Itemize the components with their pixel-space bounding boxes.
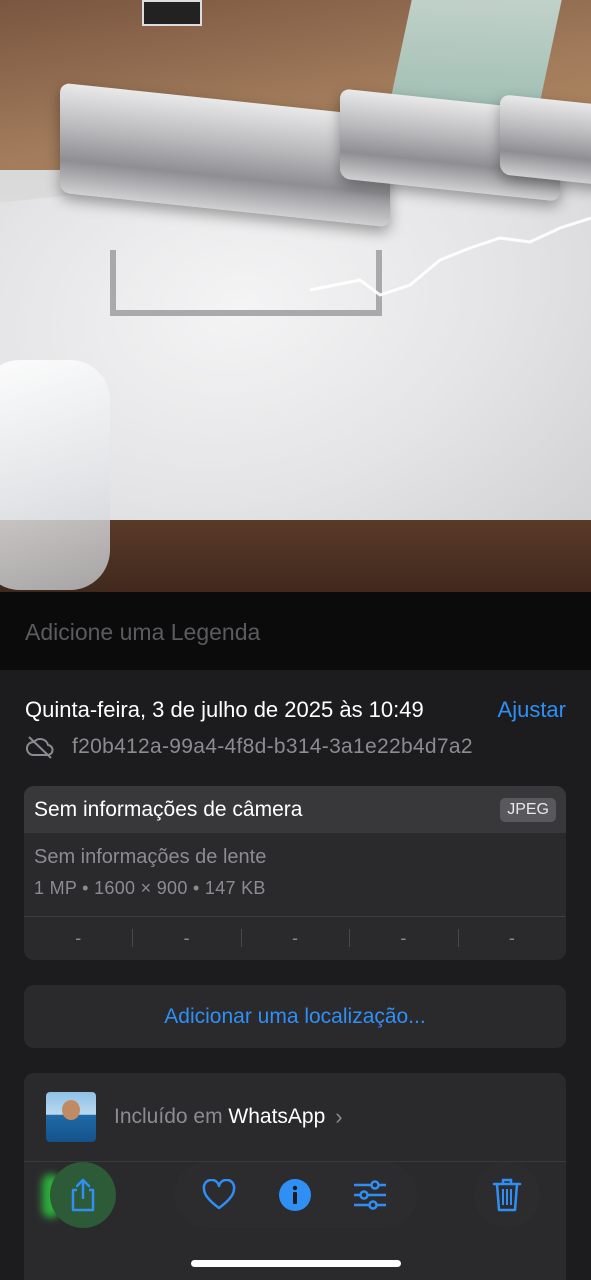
exif-iso: - bbox=[75, 928, 82, 948]
camera-title: Sem informações de câmera bbox=[34, 797, 303, 821]
delete-button[interactable] bbox=[474, 1162, 540, 1228]
chevron-right-icon: › bbox=[335, 1104, 343, 1129]
add-location-label: Adicionar uma localização... bbox=[164, 1004, 426, 1028]
info-icon bbox=[279, 1179, 311, 1211]
photo-chafer-dish bbox=[500, 94, 591, 186]
album-thumbnail bbox=[46, 1092, 96, 1142]
exif-aperture: - bbox=[349, 917, 457, 960]
adjust-date-button[interactable]: Ajustar bbox=[498, 697, 566, 723]
trash-icon bbox=[492, 1178, 522, 1212]
format-badge: JPEG bbox=[500, 797, 556, 822]
file-id-row: f20b412a-99a4-4f8d-b314-3a1e22b4d7a2 bbox=[25, 732, 473, 762]
bottom-toolbar bbox=[0, 1162, 591, 1228]
exif-exposure: - bbox=[240, 917, 349, 960]
photo-sign bbox=[142, 0, 202, 26]
exif-focal-length: - bbox=[132, 917, 240, 960]
image-specs: 1 MP • 1600 × 900 • 147 KB bbox=[34, 878, 266, 898]
album-label: Incluído em WhatsApp bbox=[114, 1105, 325, 1129]
photo-date: Quinta-feira, 3 de julho de 2025 às 10:4… bbox=[25, 697, 424, 722]
info-button[interactable] bbox=[271, 1171, 319, 1219]
sliders-icon bbox=[354, 1180, 386, 1210]
camera-info-card: Sem informações de câmera JPEG Sem infor… bbox=[24, 786, 566, 960]
photo-reflection-line bbox=[309, 216, 591, 297]
edit-adjust-button[interactable] bbox=[346, 1171, 394, 1219]
caption-input[interactable]: Adicione uma Legenda bbox=[25, 619, 260, 646]
photo-view[interactable] bbox=[0, 0, 591, 592]
exif-shutter: - bbox=[457, 917, 566, 960]
heart-icon bbox=[202, 1179, 236, 1210]
photo-glass-panel bbox=[388, 0, 562, 110]
file-id: f20b412a-99a4-4f8d-b314-3a1e22b4d7a2 bbox=[72, 735, 473, 758]
icloud-off-icon bbox=[26, 736, 54, 759]
add-location-button[interactable]: Adicionar uma localização... bbox=[24, 985, 566, 1048]
photo-plastic-wrap bbox=[0, 360, 110, 590]
favorite-button[interactable] bbox=[195, 1171, 243, 1219]
album-row-whatsapp[interactable]: Incluído em WhatsApp › bbox=[24, 1073, 566, 1161]
exif-row: - - - - - bbox=[24, 917, 566, 960]
share-icon bbox=[71, 1178, 95, 1212]
album-name: WhatsApp bbox=[228, 1105, 326, 1128]
album-prefix: Incluído em bbox=[114, 1105, 223, 1128]
home-indicator[interactable] bbox=[191, 1260, 401, 1267]
share-button[interactable] bbox=[50, 1162, 116, 1228]
camera-info-header: Sem informações de câmera JPEG bbox=[24, 786, 566, 833]
lens-info: Sem informações de lente bbox=[34, 846, 267, 868]
